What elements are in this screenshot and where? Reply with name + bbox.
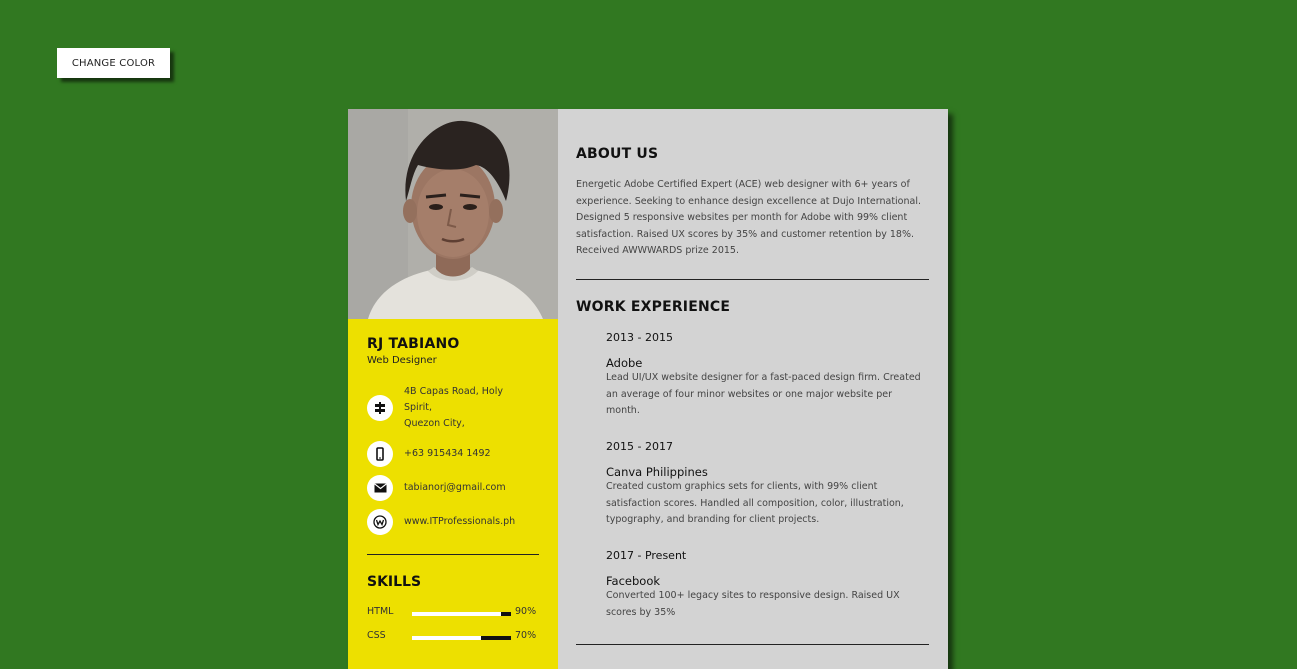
skill-percent: 70%	[515, 630, 537, 641]
address-line-3: Quezon City,	[404, 418, 465, 429]
contact-address: 4B Capas Road, Holy Spirit, Quezon City,	[367, 384, 547, 432]
job-entry: 2013 - 2015 Adobe Lead UI/UX website des…	[606, 331, 926, 420]
job-description: Converted 100+ legacy sites to responsiv…	[606, 590, 900, 618]
work-experience-title: WORK EXPERIENCE	[576, 299, 731, 315]
skill-css: CSS 70%	[367, 630, 547, 644]
signpost-icon	[367, 395, 393, 421]
about-text: Energetic Adobe Certified Expert (ACE) w…	[576, 179, 921, 256]
job-company: Canva Philippines	[606, 465, 708, 479]
weebly-icon	[367, 509, 393, 535]
job-entry: 2015 - 2017 Canva Philippines Created cu…	[606, 440, 926, 529]
change-color-button[interactable]: CHANGE COLOR	[57, 48, 170, 78]
skill-bar-fill	[412, 612, 502, 616]
sidebar-divider	[367, 554, 539, 555]
envelope-icon	[367, 475, 393, 501]
job-company: Facebook	[606, 574, 661, 588]
job-entry: 2017 - Present Facebook Converted 100+ l…	[606, 549, 926, 621]
skill-label: CSS	[367, 630, 386, 641]
job-years: 2015 - 2017	[606, 440, 673, 453]
job-years: 2017 - Present	[606, 549, 687, 562]
contact-website-text[interactable]: www.ITProfessionals.ph	[404, 514, 515, 530]
skill-bar-fill	[412, 636, 482, 640]
skill-percent: 90%	[515, 606, 537, 617]
job-description: Lead UI/UX website designer for a fast-p…	[606, 372, 921, 416]
address-line-1: 4B Capas Road, Holy	[404, 386, 503, 397]
skill-html: HTML 90%	[367, 606, 547, 620]
about-title: ABOUT US	[576, 146, 659, 162]
skill-label: HTML	[367, 606, 394, 617]
profile-role: Web Designer	[367, 355, 437, 366]
skills-title: SKILLS	[367, 574, 422, 590]
skill-bar	[412, 636, 511, 640]
contact-email-text[interactable]: tabianorj@gmail.com	[404, 480, 506, 496]
profile-name: RJ TABIANO	[367, 336, 460, 352]
mobile-phone-icon	[367, 441, 393, 467]
contact-address-text: 4B Capas Road, Holy Spirit, Quezon City,	[404, 384, 503, 432]
profile-photo	[348, 109, 558, 319]
contact-email: tabianorj@gmail.com	[367, 475, 547, 501]
resume-main: ABOUT US Energetic Adobe Certified Exper…	[558, 109, 948, 669]
contact-phone: +63 915434 1492	[367, 441, 547, 467]
skill-bar	[412, 612, 511, 616]
contact-phone-text[interactable]: +63 915434 1492	[404, 446, 491, 462]
resume-card: RJ TABIANO Web Designer 4B Capas Road, H…	[348, 109, 948, 669]
job-years: 2013 - 2015	[606, 331, 673, 344]
job-description: Created custom graphics sets for clients…	[606, 481, 904, 525]
contact-website: www.ITProfessionals.ph	[367, 509, 547, 535]
resume-sidebar: RJ TABIANO Web Designer 4B Capas Road, H…	[348, 109, 558, 669]
job-company: Adobe	[606, 356, 643, 370]
section-divider	[576, 279, 929, 280]
section-divider	[576, 644, 929, 645]
address-line-2: Spirit,	[404, 402, 432, 413]
